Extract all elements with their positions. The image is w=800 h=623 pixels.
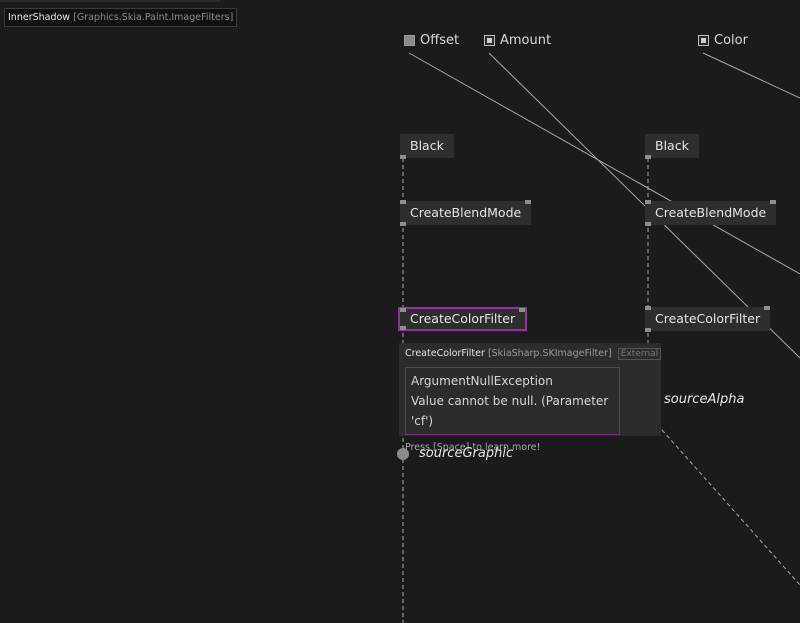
node-label: CreateBlendMode — [655, 205, 767, 220]
node-createblendmode-left[interactable]: CreateBlendMode — [400, 200, 532, 226]
output-pin[interactable] — [645, 222, 651, 226]
tooltip-type-name: [SkiaSharp.SKImageFilter] — [487, 348, 612, 359]
node-black-right[interactable]: Black — [645, 134, 699, 159]
output-pin[interactable] — [400, 222, 406, 226]
output-pin[interactable] — [400, 155, 406, 159]
node-label: Black — [410, 138, 444, 153]
error-title: ArgumentNullException — [411, 374, 553, 388]
patch-title-badge: InnerShadow [Graphics.Skia.Paint.ImageFi… — [4, 8, 238, 27]
output-pin[interactable] — [645, 328, 651, 332]
node-createcolorfilter-right[interactable]: CreateColorFilter — [645, 306, 771, 332]
node-label: CreateColorFilter — [655, 311, 761, 326]
error-message: Value cannot be null. (Parameter 'cf') — [411, 394, 609, 428]
node-label: CreateBlendMode — [410, 205, 522, 220]
external-badge: External — [617, 348, 662, 360]
node-label: CreateColorFilter — [410, 311, 516, 326]
io-source-alpha-label: sourceAlpha — [664, 392, 745, 407]
error-tooltip: CreateColorFilter [SkiaSharp.SKImageFilt… — [399, 343, 662, 453]
node-black-left[interactable]: Black — [400, 134, 454, 159]
input-pin[interactable] — [770, 200, 777, 204]
io-source-graphic-pin[interactable] — [397, 448, 409, 460]
io-source-graphic-label: sourceGraphic — [419, 446, 514, 461]
wire-color — [702, 52, 800, 99]
output-pin[interactable] — [645, 155, 651, 159]
tooltip-node-name: CreateColorFilter — [405, 348, 485, 359]
wire-offset — [408, 52, 800, 275]
radio-pin-icon[interactable] — [698, 35, 709, 46]
tooltip-header: CreateColorFilter [SkiaSharp.SKImageFilt… — [405, 348, 662, 360]
patch-editor-canvas[interactable]: InnerShadow [Graphics.Skia.Paint.ImageFi… — [0, 0, 800, 623]
node-createblendmode-right[interactable]: CreateBlendMode — [645, 200, 777, 226]
input-pin[interactable] — [525, 200, 532, 204]
input-amount-label: Amount — [500, 33, 552, 48]
node-createcolorfilter-left[interactable]: CreateColorFilter — [398, 307, 528, 331]
error-box: ArgumentNullException Value cannot be nu… — [405, 367, 620, 435]
input-pin[interactable] — [400, 308, 406, 312]
patch-namespace: [Graphics.Skia.Paint.ImageFilters] — [73, 12, 234, 23]
patch-name: InnerShadow — [8, 12, 71, 23]
input-pin[interactable] — [645, 306, 651, 310]
square-pin-icon[interactable] — [404, 35, 415, 46]
radio-pin-icon[interactable] — [484, 35, 495, 46]
input-pin[interactable] — [645, 200, 651, 204]
node-label: Black — [655, 138, 689, 153]
input-pin[interactable] — [519, 308, 526, 312]
input-pin[interactable] — [400, 200, 406, 204]
wire-diagonal-dashed — [661, 429, 800, 586]
output-pin[interactable] — [400, 326, 406, 330]
input-color-label: Color — [714, 33, 748, 48]
input-pin[interactable] — [764, 306, 771, 310]
input-offset-label: Offset — [420, 33, 460, 48]
